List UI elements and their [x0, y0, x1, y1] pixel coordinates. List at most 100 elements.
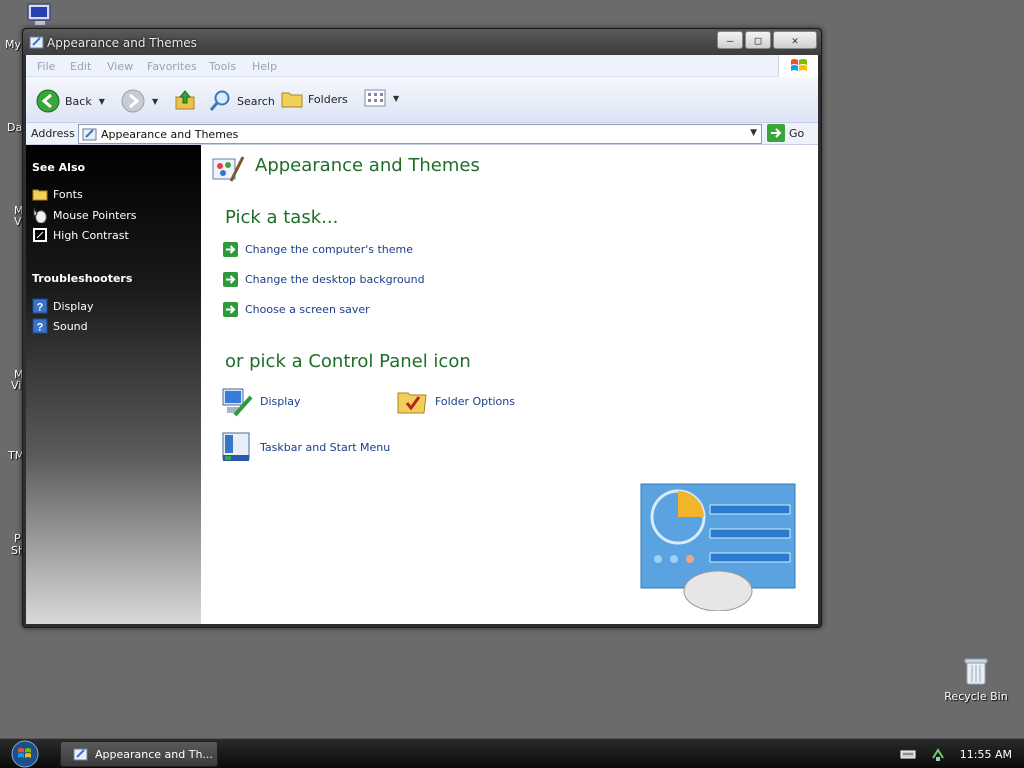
task-label: Choose a screen saver — [245, 303, 370, 316]
see-also-high-contrast[interactable]: High Contrast — [32, 227, 129, 243]
task-label: Change the computer's theme — [245, 243, 413, 256]
control-panel-icon — [73, 748, 88, 761]
recycle-bin[interactable]: Recycle Bin — [940, 656, 1012, 703]
views-icon — [364, 89, 386, 107]
pick-icon-heading: or pick a Control Panel icon — [225, 351, 471, 372]
cp-icon-label: Display — [260, 394, 301, 408]
address-value: Appearance and Themes — [101, 128, 239, 141]
svg-text:?: ? — [37, 302, 44, 314]
menu-help[interactable]: Help — [252, 60, 277, 73]
up-folder-button[interactable] — [174, 89, 196, 111]
menu-edit[interactable]: Edit — [70, 60, 91, 73]
task-arrow-icon — [223, 242, 238, 257]
desktop-label-fragment[interactable]: My — [5, 38, 21, 51]
task-arrow-icon — [223, 302, 238, 317]
task-change-background[interactable]: Change the desktop background — [223, 272, 425, 287]
keyboard-icon[interactable] — [900, 748, 916, 760]
folders-button[interactable]: Folders — [281, 89, 348, 109]
cp-icon-taskbar-start-menu[interactable]: Taskbar and Start Menu — [221, 431, 390, 463]
go-arrow-icon — [767, 124, 785, 142]
search-button[interactable]: Search — [208, 89, 275, 113]
taskbar-window-label: Appearance and Th... — [95, 747, 213, 761]
back-label: Back — [65, 94, 92, 108]
cp-icon-display[interactable]: Display — [221, 385, 301, 417]
folder-options-icon — [397, 392, 427, 414]
mouse-icon — [33, 207, 47, 223]
forward-button[interactable]: ▼ — [121, 89, 158, 113]
back-button[interactable]: Back ▼ — [36, 89, 105, 113]
troubleshooter-sound[interactable]: ? Sound — [32, 318, 88, 334]
search-icon — [209, 90, 230, 111]
window-title: Appearance and Themes — [47, 36, 197, 50]
menu-file[interactable]: File — [37, 60, 55, 73]
taskbar-window-button[interactable]: Appearance and Th... — [60, 741, 218, 767]
forward-arrow-icon — [121, 89, 145, 113]
control-panel-icon — [82, 128, 97, 141]
help-icon: ? — [32, 298, 48, 314]
network-icon[interactable] — [930, 746, 946, 762]
chevron-down-icon[interactable]: ▼ — [152, 97, 158, 106]
views-button[interactable]: ▼ — [364, 89, 399, 107]
cp-icon-label: Taskbar and Start Menu — [260, 440, 391, 454]
help-icon: ? — [32, 318, 48, 334]
page-title: Appearance and Themes — [255, 155, 480, 176]
clock[interactable]: 11:55 AM — [960, 748, 1012, 761]
address-field[interactable]: Appearance and Themes ▼ — [78, 124, 762, 144]
troubleshooter-item-label: Display — [53, 299, 94, 313]
desktop-label-fragment[interactable]: V — [14, 215, 22, 228]
taskbar-icon — [222, 432, 250, 461]
folders-label: Folders — [308, 92, 348, 106]
troubleshooter-display[interactable]: ? Display — [32, 298, 94, 314]
windows-flag-icon — [790, 59, 807, 71]
see-also-mouse-pointers[interactable]: Mouse Pointers — [32, 207, 137, 223]
recycle-bin-icon — [964, 658, 988, 685]
cp-icon-folder-options[interactable]: Folder Options — [396, 385, 515, 417]
see-also-fonts[interactable]: Fonts — [32, 187, 83, 201]
minimize-button[interactable]: — — [717, 31, 743, 49]
toolbar: Back ▼ ▼ Search Folders ▼ — [26, 77, 818, 123]
up-folder-icon — [175, 90, 195, 110]
chevron-down-icon[interactable]: ▼ — [750, 128, 757, 138]
contrast-icon — [33, 228, 47, 242]
desktop-label-fragment[interactable]: Da — [7, 121, 22, 134]
folders-icon — [281, 92, 303, 108]
control-panel-icon — [29, 36, 44, 49]
see-also-item-label: Fonts — [53, 187, 83, 201]
computer-icon[interactable] — [26, 3, 54, 27]
menu-bar: File Edit View Favorites Tools Help — [26, 55, 818, 77]
chevron-down-icon[interactable]: ▼ — [99, 97, 105, 106]
menu-view[interactable]: View — [107, 60, 133, 73]
pick-task-heading: Pick a task... — [225, 207, 339, 228]
menu-favorites[interactable]: Favorites — [147, 60, 197, 73]
explorer-window: Appearance and Themes — □ ✕ File Edit Vi… — [22, 28, 822, 628]
windows-logo — [778, 55, 818, 77]
start-button[interactable] — [8, 740, 42, 768]
task-pane: See Also Fonts Mouse Pointers High Contr… — [26, 145, 201, 624]
taskbar: Appearance and Th... 11:55 AM — [0, 738, 1024, 768]
see-also-item-label: High Contrast — [53, 228, 129, 242]
desktop-label-fragment[interactable]: Vi — [11, 379, 21, 392]
window-client: File Edit View Favorites Tools Help Back… — [26, 55, 818, 624]
chevron-down-icon[interactable]: ▼ — [393, 94, 399, 103]
maximize-button[interactable]: □ — [745, 31, 771, 49]
back-arrow-icon — [36, 89, 60, 113]
svg-text:?: ? — [37, 322, 44, 334]
appearance-themes-icon — [212, 156, 245, 182]
task-change-theme[interactable]: Change the computer's theme — [223, 242, 413, 257]
address-label: Address — [31, 127, 75, 140]
system-tray: 11:55 AM — [886, 741, 1024, 767]
search-label: Search — [237, 94, 275, 108]
troubleshooters-heading: Troubleshooters — [32, 272, 133, 285]
menu-tools[interactable]: Tools — [209, 60, 236, 73]
address-bar: Address Appearance and Themes ▼ Go — [26, 123, 818, 145]
see-also-item-label: Mouse Pointers — [53, 208, 137, 222]
see-also-heading: See Also — [32, 161, 86, 174]
go-button[interactable]: Go — [767, 124, 804, 142]
title-bar[interactable]: Appearance and Themes — □ ✕ — [23, 29, 821, 55]
recycle-bin-label: Recycle Bin — [944, 690, 1008, 703]
close-button[interactable]: ✕ — [773, 31, 817, 49]
troubleshooter-item-label: Sound — [53, 319, 88, 333]
display-icon — [222, 388, 253, 417]
go-label: Go — [789, 126, 805, 140]
task-choose-screen-saver[interactable]: Choose a screen saver — [223, 302, 370, 317]
